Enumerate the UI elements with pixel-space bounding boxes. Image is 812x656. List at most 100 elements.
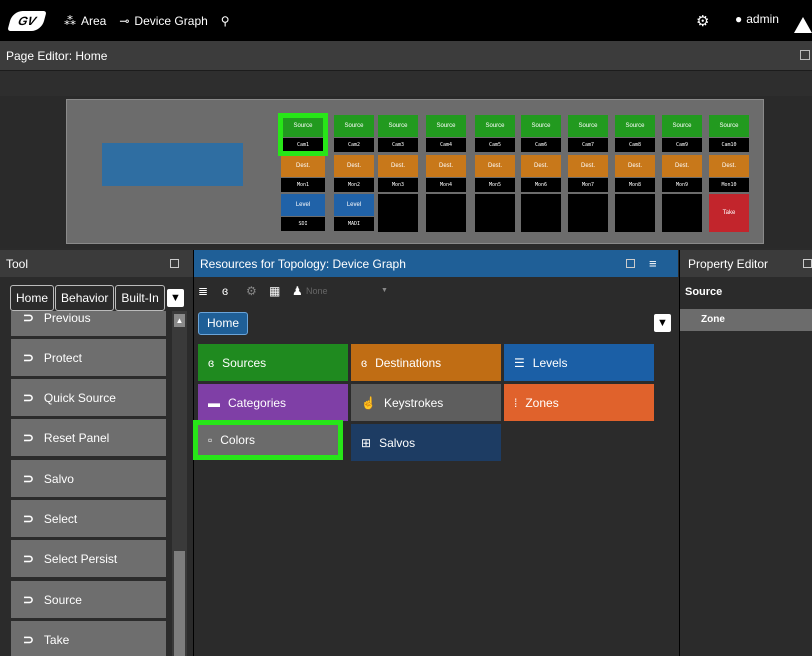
warning-icon[interactable]	[794, 17, 812, 33]
property-header: Property Editor	[680, 250, 812, 277]
empty-button[interactable]	[521, 194, 561, 232]
resources-home[interactable]: Home	[198, 312, 249, 335]
none-select[interactable]: None	[306, 286, 328, 296]
source-button[interactable]: Source	[521, 115, 561, 137]
dest-button[interactable]: Dest.	[568, 155, 608, 177]
tool-breadcrumb: Home Behavior Built-In	[10, 285, 166, 311]
gear-icon[interactable]: ⚙	[246, 284, 257, 298]
dest-button[interactable]: Dest.	[334, 155, 374, 177]
filter-icon[interactable]: ▼	[654, 314, 671, 332]
top-bar: GV ⁂ Area ⊸ Device Graph ⚲ ⚙ ● admin	[0, 0, 812, 41]
plug-icon: ⊃	[23, 429, 34, 445]
popout-icon[interactable]	[803, 259, 812, 268]
tool-item[interactable]: ⊃ Reset Panel	[11, 419, 166, 456]
tool-item[interactable]: ⊃ Take	[11, 621, 166, 656]
dest-button[interactable]: Dest.	[281, 155, 325, 177]
plug-icon: ⊃	[23, 550, 34, 566]
plug-icon: ⊃	[23, 510, 34, 526]
dest-button[interactable]: Dest.	[426, 155, 466, 177]
source-button[interactable]: Source	[334, 115, 374, 137]
source-button[interactable]: Source	[475, 115, 515, 137]
filter-icon[interactable]: ▼	[167, 289, 184, 307]
source-button[interactable]: Source	[378, 115, 418, 137]
resources-title: Resources for Topology: Device Graph	[200, 256, 406, 271]
dest-button[interactable]: Dest.	[378, 155, 418, 177]
tool-item[interactable]: ⊃ Previous	[11, 311, 166, 336]
dest-button[interactable]: Dest.	[615, 155, 655, 177]
gv-logo: GV	[7, 10, 47, 31]
tool-item[interactable]: ⊃ Source	[11, 581, 166, 618]
zone-field[interactable]: Zone	[680, 309, 812, 331]
sources-icon[interactable]: ɞ	[222, 284, 228, 298]
selected-highlight	[278, 113, 328, 156]
popout-icon[interactable]	[626, 259, 635, 268]
gear-icon[interactable]: ⚙	[696, 12, 709, 30]
cam-label: Cam10	[709, 138, 749, 152]
mon-label: Mon2	[334, 178, 374, 192]
categories-button[interactable]: ▬ Categories	[198, 384, 348, 421]
mon-label: Mon6	[521, 178, 561, 192]
plug-icon: ⊃	[23, 631, 34, 647]
tool-item[interactable]: ⊃ Salvo	[11, 460, 166, 497]
dest-button[interactable]: Dest.	[475, 155, 515, 177]
take-button[interactable]: Take	[709, 194, 749, 232]
level-button[interactable]: Level	[281, 194, 325, 216]
chevron-down-icon[interactable]: ▼	[381, 287, 388, 294]
empty-button[interactable]	[568, 194, 608, 232]
colors-button[interactable]: ▫ Colors	[193, 420, 343, 460]
salvos-button[interactable]: ⊞ Salvos	[351, 424, 501, 461]
source-button[interactable]: Source	[709, 115, 749, 137]
destinations-icon: ɞ	[361, 355, 368, 370]
tool-scrollbar[interactable]: ▲	[172, 311, 187, 656]
mon-label: Mon9	[662, 178, 702, 192]
empty-button[interactable]	[475, 194, 515, 232]
device-graph-link[interactable]: Device Graph	[134, 14, 207, 28]
plug-icon: ⊃	[23, 470, 34, 486]
grid-icon[interactable]: ▦	[269, 284, 280, 298]
levels-button[interactable]: ☰ Levels	[504, 344, 654, 381]
dest-button[interactable]: Dest.	[521, 155, 561, 177]
sources-button[interactable]: ɞ Sources	[198, 344, 348, 381]
source-button[interactable]: Source	[568, 115, 608, 137]
cam-label: Cam2	[334, 138, 374, 152]
display-rect[interactable]	[102, 143, 243, 186]
colors-icon: ▫	[208, 433, 213, 447]
scroll-up-icon[interactable]: ▲	[174, 314, 185, 327]
keystrokes-button[interactable]: ☝ Keystrokes	[351, 384, 501, 421]
dest-button[interactable]: Dest.	[709, 155, 749, 177]
scroll-thumb[interactable]	[174, 551, 185, 656]
tool-item[interactable]: ⊃ Quick Source	[11, 379, 166, 416]
popout-icon[interactable]	[800, 50, 810, 60]
user-menu[interactable]: ● admin	[735, 12, 779, 26]
destinations-button[interactable]: ɞ Destinations	[351, 344, 501, 381]
level-button[interactable]: Level	[334, 194, 374, 216]
popout-icon[interactable]	[170, 259, 179, 268]
dest-button[interactable]: Dest.	[662, 155, 702, 177]
source-button[interactable]: Source	[615, 115, 655, 137]
zones-button[interactable]: ⁞ Zones	[504, 384, 654, 421]
list-icon[interactable]: ≣	[198, 284, 208, 298]
area-link[interactable]: Area	[81, 14, 106, 28]
source-button[interactable]: Source	[662, 115, 702, 137]
plug-icon: ⊃	[23, 349, 34, 365]
crumb-behavior[interactable]: Behavior	[55, 285, 115, 311]
tool-item[interactable]: ⊃ Select Persist	[11, 540, 166, 577]
users-icon[interactable]: ♟	[292, 284, 303, 298]
empty-button[interactable]	[662, 194, 702, 232]
salvos-icon: ⊞	[361, 435, 372, 450]
plug-icon: ⊃	[23, 591, 34, 607]
tool-item[interactable]: ⊃ Select	[11, 500, 166, 537]
bulb-icon[interactable]: ⚲	[221, 14, 230, 28]
source-button[interactable]: Source	[426, 115, 466, 137]
sources-icon: ɞ	[208, 355, 215, 370]
crumb-built-in[interactable]: Built-In	[115, 285, 165, 311]
menu-icon[interactable]: ≡	[649, 256, 657, 271]
empty-button[interactable]	[378, 194, 418, 232]
mon-label: Mon1	[281, 178, 325, 192]
zones-icon: ⁞	[514, 395, 518, 410]
empty-button[interactable]	[615, 194, 655, 232]
crumb-home[interactable]: Home	[10, 285, 55, 311]
empty-button[interactable]	[426, 194, 466, 232]
tool-item[interactable]: ⊃ Protect	[11, 339, 166, 376]
plug-icon: ⊃	[23, 311, 34, 325]
